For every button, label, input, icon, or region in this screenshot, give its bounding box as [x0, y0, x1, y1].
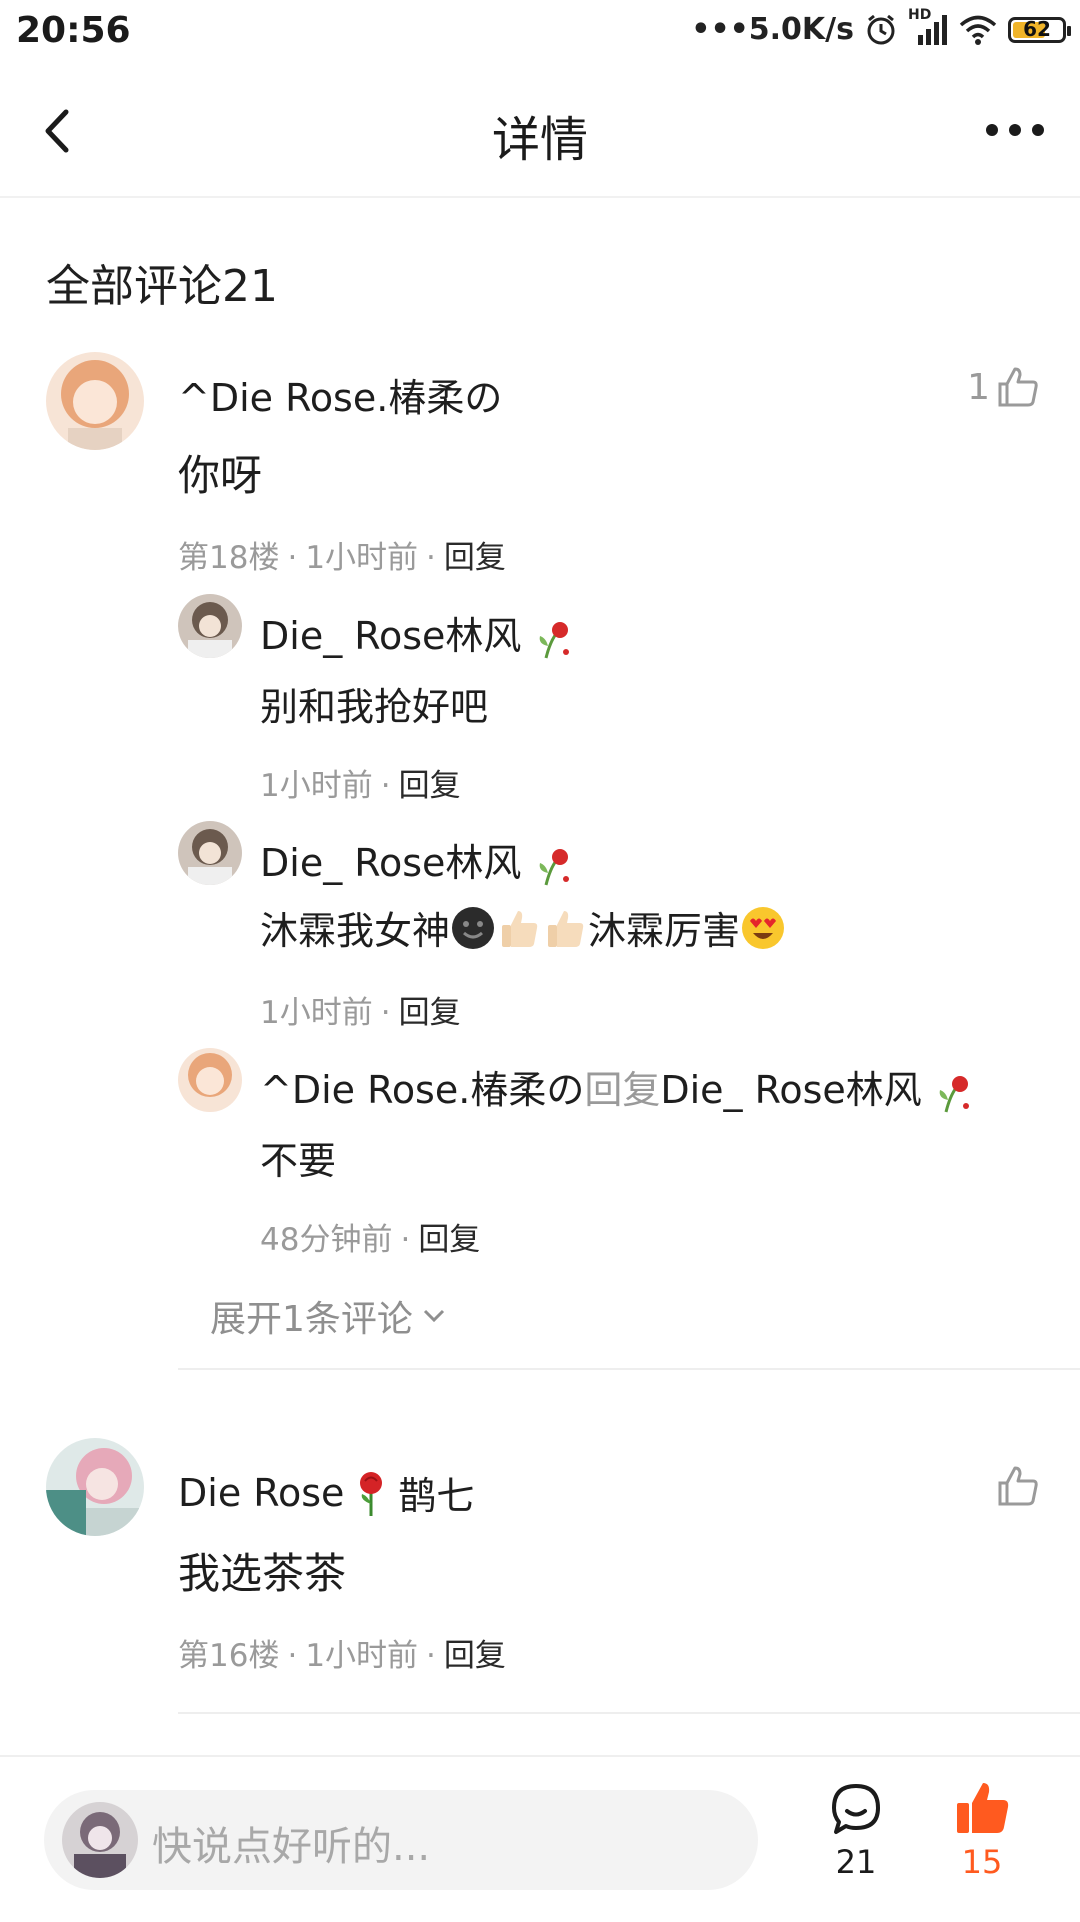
- comment-username-part: Die Rose: [178, 1470, 345, 1515]
- like-count: 1: [967, 366, 990, 408]
- comment-divider: [178, 1712, 1080, 1714]
- more-options-icon[interactable]: [980, 110, 1050, 150]
- avatar[interactable]: [178, 821, 242, 885]
- reply-button[interactable]: 回复: [444, 1638, 506, 1674]
- floor-label: 第16楼: [178, 1638, 280, 1674]
- reply-username-text: Die_ Rose林风: [260, 614, 522, 658]
- comment-meta: 第16楼 · 1小时前 · 回复: [178, 1638, 506, 1674]
- reply-username[interactable]: Die_ Rose林风: [260, 605, 576, 660]
- battery-level: 62: [1023, 16, 1051, 41]
- reply-username-text: Die_ Rose林风: [260, 841, 522, 885]
- reply-to-label: 回复: [584, 1068, 661, 1112]
- comment-input-placeholder: 快说点好听的...: [152, 1824, 431, 1870]
- network-speed: •••5.0K/s: [691, 12, 854, 47]
- comment-input[interactable]: 快说点好听的...: [44, 1790, 758, 1890]
- reply-meta: 48分钟前 · 回复: [260, 1222, 481, 1258]
- reply-text-part: 沐霖厉害: [588, 909, 741, 953]
- like-button[interactable]: 1: [967, 365, 1040, 409]
- avatar[interactable]: [178, 594, 242, 658]
- expand-label: 展开1条评论: [210, 1299, 413, 1340]
- reply-username[interactable]: Die_ Rose林风: [260, 832, 576, 887]
- wilted-rose-icon: [539, 621, 569, 658]
- top-nav-bar: 详情: [0, 70, 1080, 198]
- thumbs-up-emoji-icon: [502, 910, 538, 947]
- comment-username-part: 鹊七: [398, 1474, 475, 1518]
- like-count: 15: [961, 1843, 1003, 1881]
- comment-text: 我选茶茶: [178, 1549, 347, 1598]
- thumbs-up-icon: [998, 1466, 1038, 1506]
- reply-meta: 1小时前 · 回复: [260, 995, 461, 1031]
- reply-button[interactable]: 回复: [444, 540, 506, 576]
- like-button[interactable]: [990, 1464, 1040, 1508]
- reply-text: 别和我抢好吧: [260, 685, 489, 729]
- comment-time: 1小时前: [305, 1638, 419, 1674]
- heart-eyes-icon: [742, 906, 785, 949]
- comment-meta: 第18楼 · 1小时前 · 回复: [178, 540, 506, 576]
- comment-time: 1小时前: [305, 540, 419, 576]
- reply-text: 沐霖我女神 沐霖厉害: [260, 900, 786, 955]
- reply-time: 48分钟前: [260, 1222, 393, 1258]
- bottom-comment-bar: 快说点好听的... 21 15: [0, 1755, 1080, 1922]
- avatar[interactable]: [46, 1438, 144, 1536]
- comment-username[interactable]: Die Rose 鹊七: [178, 1465, 474, 1520]
- avatar[interactable]: [178, 1048, 242, 1112]
- thumbs-up-icon: [998, 367, 1038, 407]
- reply-time: 1小时前: [260, 995, 373, 1031]
- wilted-rose-icon: [539, 848, 569, 885]
- page-title: 详情: [491, 112, 588, 168]
- status-time: 20:56: [16, 10, 131, 51]
- wilted-rose-icon: [939, 1075, 969, 1112]
- wifi-icon: [959, 15, 997, 45]
- like-filled-icon[interactable]: [953, 1779, 1011, 1837]
- comment-bubble-icon[interactable]: [828, 1782, 884, 1838]
- status-bar: 20:56 •••5.0K/s HD 62: [0, 0, 1080, 70]
- comment-text: 你呀: [178, 451, 263, 500]
- avatar: [62, 1802, 138, 1878]
- alarm-icon: [867, 14, 895, 44]
- status-icons: •••5.0K/s HD 62: [691, 7, 1071, 47]
- floor-label: 第18楼: [178, 540, 280, 576]
- comment-divider: [178, 1368, 1080, 1370]
- reply-text: 不要: [260, 1139, 337, 1183]
- reply-time: 1小时前: [260, 768, 373, 804]
- reply-button[interactable]: 回复: [418, 1222, 480, 1258]
- reply-button[interactable]: 回复: [399, 768, 461, 804]
- expand-replies-button[interactable]: 展开1条评论: [210, 1290, 447, 1342]
- reply-text-part: 沐霖我女神: [260, 909, 451, 953]
- rose-icon: [360, 1471, 383, 1516]
- signal-icon: HD: [908, 7, 948, 47]
- reply-meta: 1小时前 · 回复: [260, 768, 461, 804]
- comment-count: 21: [835, 1843, 877, 1881]
- thumbs-up-emoji-icon: [548, 910, 584, 947]
- reply-to-username[interactable]: Die_ Rose林风: [660, 1068, 921, 1112]
- smiling-face-icon: [452, 906, 495, 949]
- battery-icon: 62: [1008, 16, 1071, 43]
- comment-username[interactable]: ^Die Rose.椿柔の: [178, 367, 502, 422]
- avatar[interactable]: [46, 352, 144, 450]
- reply-username[interactable]: ^Die Rose.椿柔の回复Die_ Rose林风: [260, 1059, 976, 1114]
- comments-section-title: 全部评论21: [46, 261, 278, 312]
- reply-button[interactable]: 回复: [399, 995, 461, 1031]
- chevron-down-icon: [423, 1309, 444, 1323]
- reply-username-text: ^Die Rose.椿柔の: [260, 1068, 585, 1112]
